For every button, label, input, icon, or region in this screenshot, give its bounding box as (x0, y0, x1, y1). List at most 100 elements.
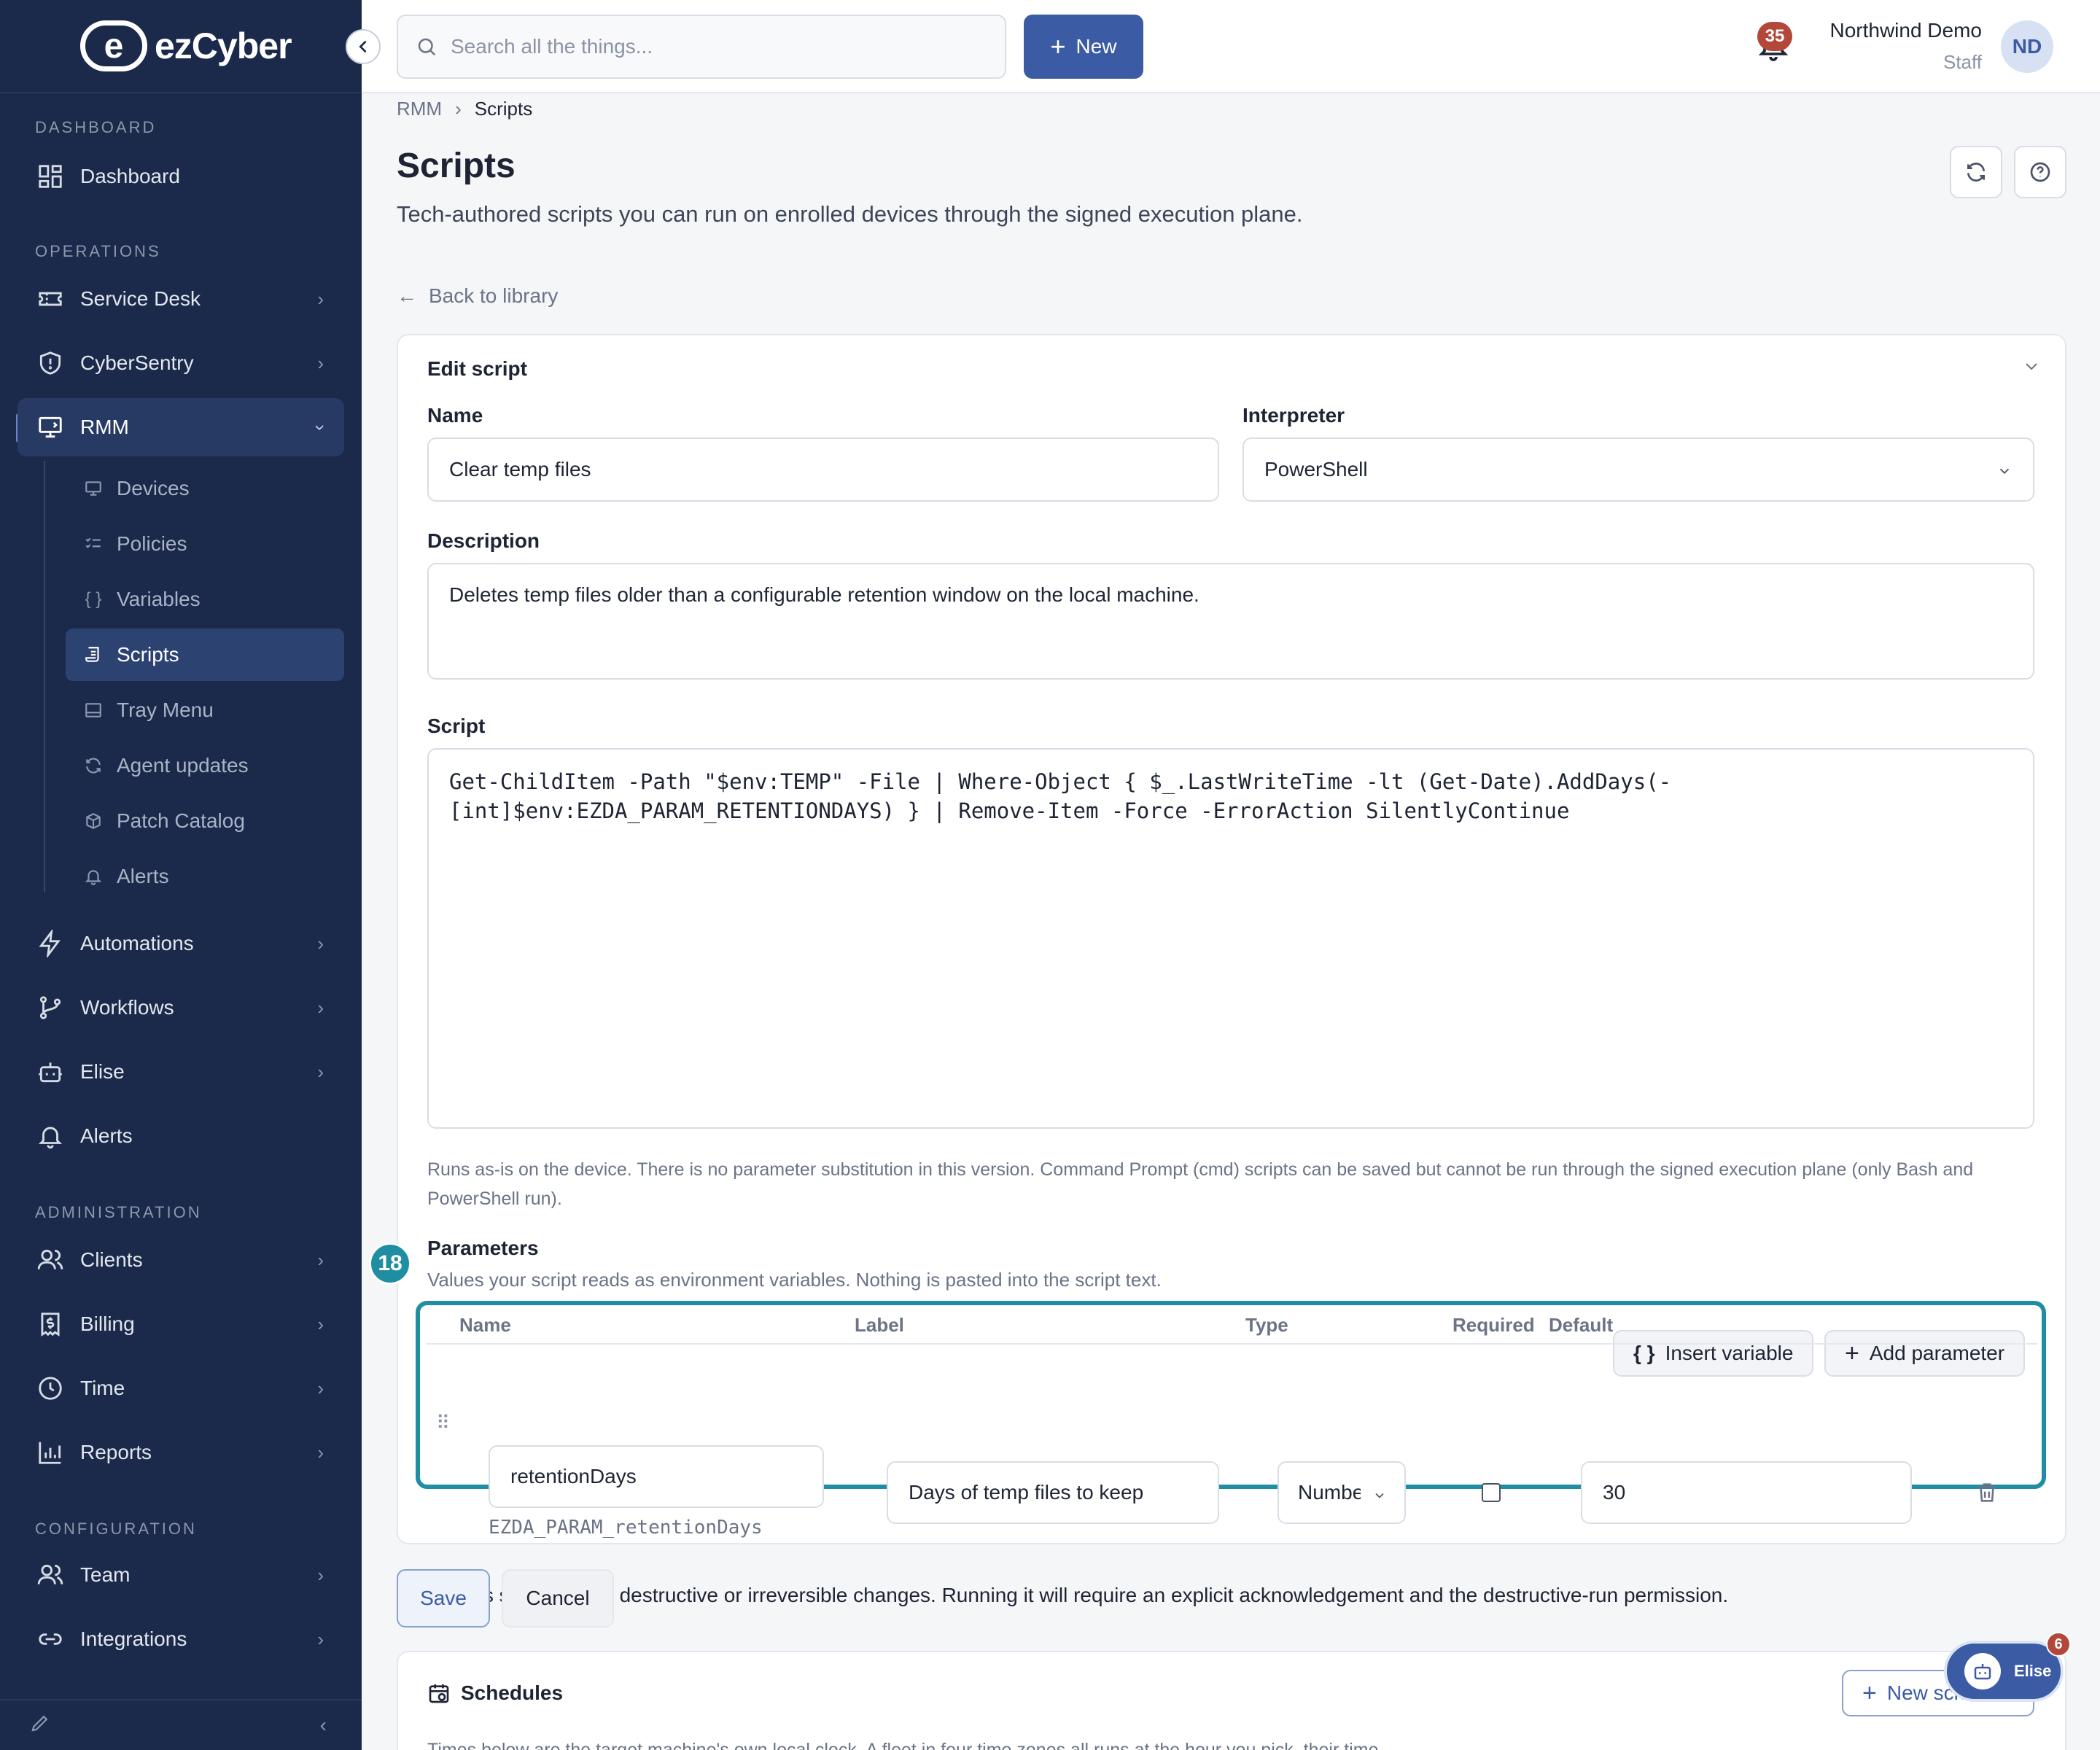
section-configuration: CONFIGURATION (35, 1520, 197, 1538)
trash-icon[interactable] (1975, 1480, 1999, 1509)
braces-icon: { } (85, 589, 102, 609)
monitor-icon (35, 412, 66, 443)
add-parameter-button[interactable]: + Add parameter (1824, 1330, 2026, 1377)
chevron-down-icon[interactable] (2023, 357, 2040, 380)
parameters-subtitle: Values your script reads as environment … (427, 1269, 1162, 1291)
sidebar-item-reports[interactable]: Reports › (18, 1423, 344, 1482)
arrow-left-icon: ← (397, 284, 417, 307)
topbar: + New 35 Northwind Demo Staff ND (362, 0, 2100, 93)
shield-icon (35, 348, 66, 378)
sidebar-item-rmm[interactable]: RMM › (18, 398, 344, 456)
sidebar-item-time[interactable]: Time › (18, 1359, 344, 1418)
sidebar-subitem-label: Policies (117, 532, 187, 555)
interpreter-label: Interpreter (1242, 404, 1345, 427)
back-to-library-link[interactable]: ← Back to library (397, 284, 558, 308)
breadcrumb-current: Scripts (474, 98, 533, 120)
sidebar-subitem-devices[interactable]: Devices (66, 462, 344, 515)
collapse-icon[interactable]: ‹ (320, 1714, 327, 1737)
sidebar-item-service-desk[interactable]: Service Desk › (18, 270, 344, 328)
script-editor[interactable]: Get-ChildItem -Path "$env:TEMP" -File | … (427, 748, 2034, 1129)
name-input[interactable]: Clear temp files (427, 438, 1219, 502)
breadcrumb-rmm[interactable]: RMM (397, 98, 442, 120)
description-textarea[interactable]: Deletes temp files older than a configur… (427, 563, 2034, 680)
step-badge: 18 (369, 1242, 411, 1285)
avatar[interactable]: ND (2001, 20, 2053, 73)
sidebar-item-label: Billing (80, 1312, 135, 1335)
chevron-down-icon (1372, 1485, 1387, 1508)
search-input[interactable] (451, 35, 1005, 58)
sidebar-item-automations[interactable]: Automations › (18, 914, 344, 973)
search-box[interactable] (397, 15, 1006, 79)
sidebar-subitem-scripts[interactable]: Scripts (66, 629, 344, 681)
chevron-right-icon: › (317, 351, 324, 374)
param-env-var: EZDA_PARAM_retentionDays (489, 1517, 763, 1539)
sidebar-item-label: Workflows (80, 996, 174, 1019)
param-name-input[interactable]: retentionDays (489, 1445, 824, 1508)
sidebar-subitem-policies[interactable]: Policies (66, 518, 344, 570)
save-button[interactable]: Save (397, 1569, 490, 1628)
card-title: Edit script (427, 357, 527, 380)
chevron-down-icon: › (310, 424, 332, 431)
chevron-right-icon: › (317, 1628, 324, 1650)
sidebar-item-cybersentry[interactable]: CyberSentry › (18, 334, 344, 392)
elise-badge: 6 (2046, 1632, 2071, 1657)
sidebar-item-label: Dashboard (80, 165, 180, 187)
sidebar: e ezCyber DASHBOARD Dashboard OPERATIONS… (0, 0, 381, 1750)
collapse-sidebar-button[interactable] (346, 29, 381, 64)
page-subtitle: Tech-authored scripts you can run on enr… (397, 201, 1303, 227)
sidebar-subitem-label: Patch Catalog (117, 809, 245, 832)
help-icon (2030, 162, 2050, 182)
checklist-icon (83, 534, 104, 554)
param-default-input[interactable]: 30 (1581, 1461, 1912, 1524)
help-button[interactable] (2014, 146, 2066, 198)
param-required-checkbox[interactable] (1482, 1483, 1501, 1502)
sidebar-subitem-variables[interactable]: { } Variables (66, 573, 344, 626)
user-role: Staff (1942, 51, 1982, 73)
cancel-button[interactable]: Cancel (502, 1569, 614, 1628)
interpreter-select[interactable]: PowerShell (1242, 438, 2034, 502)
sidebar-subitem-label: Scripts (117, 643, 179, 666)
sidebar-item-dashboard[interactable]: Dashboard (18, 147, 344, 206)
sidebar-subitem-patch-catalog[interactable]: Patch Catalog (66, 795, 344, 847)
sidebar-item-integrations[interactable]: Integrations › (18, 1610, 344, 1668)
lightning-icon (35, 928, 66, 959)
brand-logo[interactable]: e ezCyber (0, 0, 381, 93)
sidebar-item-elise[interactable]: Elise › (18, 1043, 344, 1101)
notification-count-badge: 35 (1757, 22, 1792, 51)
sidebar-item-billing[interactable]: Billing › (18, 1295, 344, 1353)
sidebar-item-label: RMM (80, 416, 129, 438)
clock-icon (35, 1373, 66, 1404)
chevron-right-icon: › (317, 287, 324, 310)
refresh-button[interactable] (1950, 146, 2002, 198)
sidebar-subitem-tray-menu[interactable]: Tray Menu (66, 684, 344, 736)
elise-assistant-button[interactable]: Elise (1944, 1641, 2064, 1702)
pencil-icon[interactable] (29, 1712, 51, 1739)
sidebar-item-workflows[interactable]: Workflows › (18, 979, 344, 1037)
chevron-right-icon: › (317, 1441, 324, 1463)
sidebar-item-label: CyberSentry (80, 351, 194, 374)
script-icon (83, 645, 104, 665)
sidebar-subitem-agent-updates[interactable]: Agent updates (66, 739, 344, 792)
sidebar-item-team[interactable]: Team › (18, 1546, 344, 1604)
chevron-left-icon (359, 41, 367, 52)
sidebar-subitem-label: Variables (117, 588, 201, 610)
page-title: Scripts (397, 147, 516, 185)
param-type-select[interactable]: Number (1278, 1461, 1406, 1524)
chevron-right-icon: › (317, 1060, 324, 1083)
submenu-rail (44, 461, 45, 892)
insert-variable-button[interactable]: { } Insert variable (1613, 1330, 1814, 1377)
sidebar-item-clients[interactable]: Clients › (18, 1231, 344, 1289)
script-label: Script (427, 715, 486, 737)
sidebar-subitem-alerts[interactable]: Alerts (66, 850, 344, 903)
chevron-right-icon: › (317, 996, 324, 1019)
brand-name: ezCyber (155, 26, 292, 66)
drag-handle-icon[interactable]: ⠿ (436, 1412, 450, 1434)
sidebar-item-alerts[interactable]: Alerts (18, 1107, 344, 1165)
sidebar-subitem-label: Agent updates (117, 754, 249, 777)
sidebar-footer: ‹ (0, 1699, 362, 1750)
bell-icon (35, 1121, 66, 1151)
description-label: Description (427, 529, 540, 552)
param-label-input[interactable]: Days of temp files to keep (887, 1461, 1219, 1524)
new-button[interactable]: + New (1024, 15, 1143, 79)
name-label: Name (427, 404, 483, 427)
